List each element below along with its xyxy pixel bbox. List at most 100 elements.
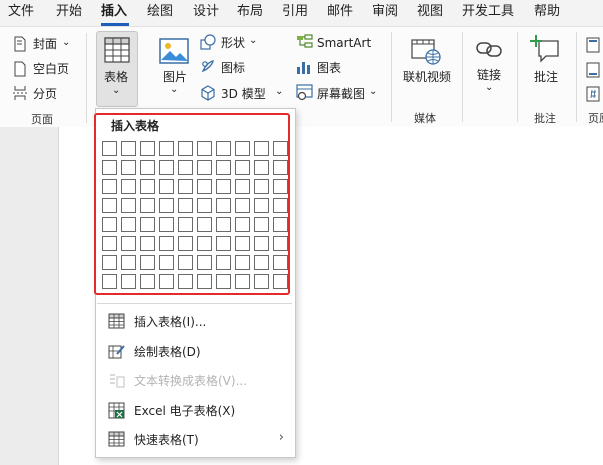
table-grid-cell[interactable] bbox=[235, 179, 250, 194]
table-grid-cell[interactable] bbox=[216, 141, 231, 156]
tab-review[interactable]: 审阅 bbox=[372, 4, 398, 20]
table-grid-cell[interactable] bbox=[273, 198, 288, 213]
table-grid-cell[interactable] bbox=[235, 141, 250, 156]
table-grid-cell[interactable] bbox=[178, 160, 193, 175]
quick-tables-menu-item[interactable]: 快速表格(T) › bbox=[96, 425, 293, 453]
table-grid-cell[interactable] bbox=[102, 217, 117, 232]
table-grid-cell[interactable] bbox=[140, 274, 155, 289]
table-grid-cell[interactable] bbox=[197, 274, 212, 289]
table-grid-cell[interactable] bbox=[121, 179, 136, 194]
tab-view[interactable]: 视图 bbox=[417, 4, 443, 20]
table-grid-cell[interactable] bbox=[140, 198, 155, 213]
table-grid-cell[interactable] bbox=[102, 198, 117, 213]
table-grid-cell[interactable] bbox=[235, 198, 250, 213]
tab-developer[interactable]: 开发工具 bbox=[462, 4, 514, 20]
chevron-down-icon[interactable]: ⌄ bbox=[275, 85, 283, 99]
smartart-button[interactable]: SmartArt bbox=[317, 36, 371, 50]
table-grid-cell[interactable] bbox=[197, 179, 212, 194]
table-grid-cell[interactable] bbox=[178, 198, 193, 213]
chevron-down-icon[interactable]: ⌄ bbox=[249, 34, 257, 48]
table-grid-cell[interactable] bbox=[254, 179, 269, 194]
table-grid-cell[interactable] bbox=[159, 217, 174, 232]
icons-button[interactable]: 图标 bbox=[221, 61, 245, 75]
table-grid-cell[interactable] bbox=[197, 141, 212, 156]
table-grid-cell[interactable] bbox=[159, 179, 174, 194]
table-grid-cell[interactable] bbox=[178, 255, 193, 270]
table-grid-cell[interactable] bbox=[216, 217, 231, 232]
table-grid-cell[interactable] bbox=[159, 236, 174, 251]
blank-page-button[interactable]: 空白页 bbox=[33, 62, 69, 76]
table-grid-cell[interactable] bbox=[140, 179, 155, 194]
table-grid-cell[interactable] bbox=[235, 236, 250, 251]
table-grid-cell[interactable] bbox=[197, 236, 212, 251]
table-grid-cell[interactable] bbox=[178, 141, 193, 156]
tab-home[interactable]: 开始 bbox=[56, 4, 82, 20]
table-grid-cell[interactable] bbox=[254, 217, 269, 232]
table-grid-cell[interactable] bbox=[254, 198, 269, 213]
tab-file[interactable]: 文件 bbox=[8, 4, 34, 20]
table-grid-cell[interactable] bbox=[235, 255, 250, 270]
comment-button[interactable]: 批注 bbox=[534, 70, 558, 84]
table-grid-cell[interactable] bbox=[159, 255, 174, 270]
table-grid-cell[interactable] bbox=[254, 160, 269, 175]
3d-models-button[interactable]: 3D 模型 bbox=[221, 87, 266, 101]
page-break-button[interactable]: 分页 bbox=[33, 87, 57, 101]
table-grid-cell[interactable] bbox=[273, 160, 288, 175]
table-grid-cell[interactable] bbox=[140, 160, 155, 175]
link-button[interactable]: 链接 bbox=[477, 68, 501, 82]
table-grid-cell[interactable] bbox=[159, 141, 174, 156]
tab-help[interactable]: 帮助 bbox=[534, 4, 560, 20]
table-grid-cell[interactable] bbox=[197, 255, 212, 270]
table-grid-cell[interactable] bbox=[102, 255, 117, 270]
table-grid-cell[interactable] bbox=[254, 236, 269, 251]
table-grid-cell[interactable] bbox=[235, 274, 250, 289]
table-grid-cell[interactable] bbox=[102, 160, 117, 175]
table-grid-cell[interactable] bbox=[273, 141, 288, 156]
excel-spreadsheet-menu-item[interactable]: Excel 电子表格(X) bbox=[96, 396, 293, 424]
table-grid-cell[interactable] bbox=[159, 160, 174, 175]
table-grid-cell[interactable] bbox=[178, 274, 193, 289]
table-grid-cell[interactable] bbox=[254, 274, 269, 289]
table-grid-cell[interactable] bbox=[216, 179, 231, 194]
cover-button[interactable]: 封面 bbox=[33, 37, 57, 51]
chevron-down-icon[interactable]: ⌄ bbox=[485, 81, 493, 95]
table-grid-cell[interactable] bbox=[121, 217, 136, 232]
tab-draw[interactable]: 绘图 bbox=[147, 4, 173, 20]
chevron-down-icon[interactable]: ⌄ bbox=[62, 36, 70, 50]
table-grid-cell[interactable] bbox=[216, 236, 231, 251]
table-grid-cell[interactable] bbox=[273, 274, 288, 289]
table-grid-cell[interactable] bbox=[121, 274, 136, 289]
table-grid-cell[interactable] bbox=[216, 255, 231, 270]
table-grid-cell[interactable] bbox=[178, 236, 193, 251]
table-grid-cell[interactable] bbox=[159, 198, 174, 213]
table-grid-cell[interactable] bbox=[254, 255, 269, 270]
table-grid-cell[interactable] bbox=[140, 236, 155, 251]
table-grid-cell[interactable] bbox=[102, 179, 117, 194]
shapes-button[interactable]: 形状 bbox=[221, 36, 245, 50]
insert-table-menu-item[interactable]: 插入表格(I)... bbox=[96, 307, 293, 335]
table-grid-cell[interactable] bbox=[197, 160, 212, 175]
online-video-button[interactable]: 联机视频 bbox=[403, 70, 451, 84]
table-grid-cell[interactable] bbox=[254, 141, 269, 156]
table-grid-cell[interactable] bbox=[235, 160, 250, 175]
chevron-down-icon[interactable]: ⌄ bbox=[369, 85, 377, 99]
table-size-grid[interactable] bbox=[102, 141, 288, 289]
table-grid-cell[interactable] bbox=[216, 274, 231, 289]
table-grid-cell[interactable] bbox=[216, 160, 231, 175]
screenshot-button[interactable]: 屏幕截图 bbox=[317, 87, 365, 101]
table-grid-cell[interactable] bbox=[216, 198, 231, 213]
table-grid-cell[interactable] bbox=[121, 160, 136, 175]
table-grid-cell[interactable] bbox=[102, 236, 117, 251]
tab-references[interactable]: 引用 bbox=[282, 4, 308, 20]
table-grid-cell[interactable] bbox=[178, 217, 193, 232]
table-grid-cell[interactable] bbox=[273, 217, 288, 232]
draw-table-menu-item[interactable]: 绘制表格(D) bbox=[96, 337, 293, 365]
table-grid-cell[interactable] bbox=[121, 255, 136, 270]
table-grid-cell[interactable] bbox=[121, 141, 136, 156]
table-grid-cell[interactable] bbox=[140, 217, 155, 232]
table-button[interactable]: 表格 ⌄ bbox=[96, 31, 138, 107]
tab-insert[interactable]: 插入 bbox=[101, 4, 127, 20]
table-grid-cell[interactable] bbox=[159, 274, 174, 289]
table-grid-cell[interactable] bbox=[197, 198, 212, 213]
table-grid-cell[interactable] bbox=[197, 217, 212, 232]
